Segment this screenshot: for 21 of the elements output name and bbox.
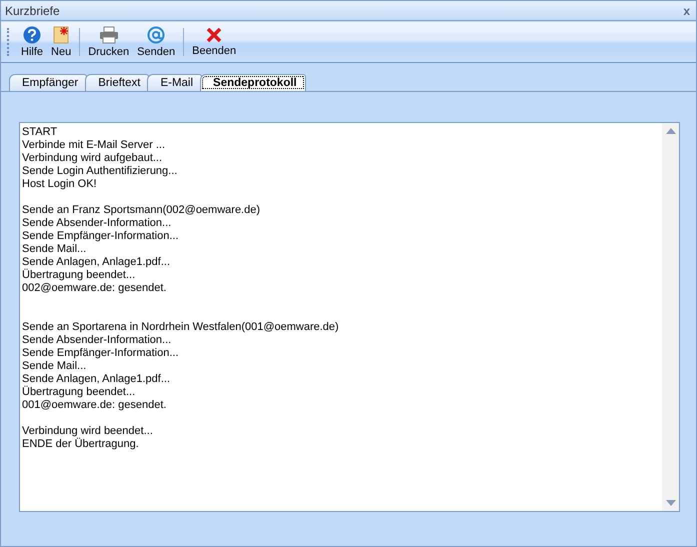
toolbar-button[interactable]: Beenden — [188, 27, 240, 57]
printer-icon — [98, 26, 119, 44]
new-document-icon — [52, 26, 70, 44]
tab[interactable]: Empfänger — [9, 74, 88, 91]
toolbar-button[interactable]: Hilfe — [17, 26, 48, 58]
toolbar-button[interactable]: Drucken — [84, 26, 134, 58]
toolbar-button[interactable]: Senden — [133, 26, 180, 58]
close-icon — [206, 27, 222, 43]
window-title: Kurzbriefe — [5, 4, 60, 18]
scrollbar[interactable] — [662, 123, 679, 511]
tab[interactable]: Brieftext — [85, 74, 150, 91]
tab[interactable]: E-Mail — [147, 74, 202, 91]
help-icon — [23, 26, 41, 44]
grip-icon — [7, 28, 11, 56]
scroll-up-icon[interactable] — [666, 128, 676, 134]
tab[interactable]: Sendeprotokoll — [200, 74, 306, 91]
scroll-down-icon[interactable] — [666, 500, 676, 506]
at-sign-icon — [147, 26, 166, 44]
log-text: START Verbinde mit E-Mail Server ... Verbindung wird aufgebaut... Sende Login Authentifizierung... Host Login OK! Sende an Franz Sportsmann(002@oemware.de) Sende Absender-Information... Sende Empfänger-Information... Sende Mail... Sende Anlagen, Anlage1.pdf... Übertragung beendet... 002@oemware.de: gesendet. Sende an Sportarena in Nordrhein Westfalen(001@oemware.de) Sende Absender-Information... Sende Empfänger-Information... Sende Mail... Sende Anlagen, Anlage1.pdf... Übertragung beendet... 001@oemware.de: gesendet. Verbindung wird beendet... ENDE der Übertragung. — [21, 125, 340, 452]
toolbar-button[interactable]: Neu — [47, 26, 76, 58]
close-button[interactable]: x — [681, 4, 692, 18]
